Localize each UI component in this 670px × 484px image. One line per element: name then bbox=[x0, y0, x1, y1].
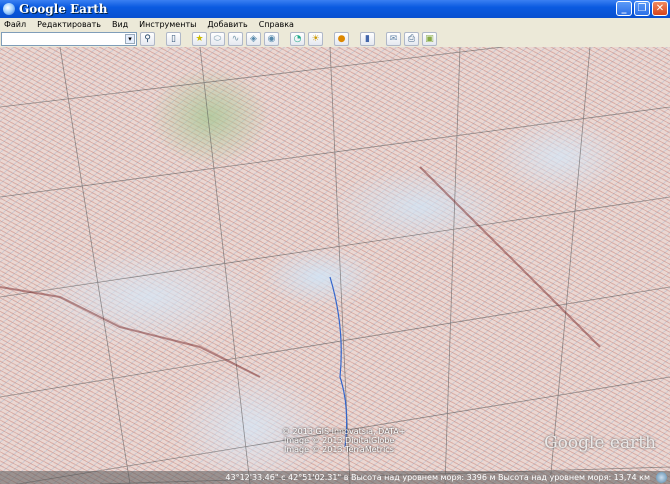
menu-tools[interactable]: Инструменты bbox=[139, 20, 196, 29]
menu-file[interactable]: Файл bbox=[4, 20, 26, 29]
path-icon[interactable]: ∿ bbox=[228, 31, 243, 46]
chevron-down-icon[interactable]: ▾ bbox=[125, 33, 135, 44]
toolbar: ▾ ⚲ ▯ ★ ⬭ ∿ ◈ ◉ ◔ ☀ ● ▮ ✉ ⎙ ▣ bbox=[0, 30, 670, 47]
tour-icon[interactable]: ◉ bbox=[264, 31, 279, 46]
imagery-attribution: © 2013 GIS Innovatsia, DATA+ Image © 201… bbox=[282, 427, 405, 454]
minimize-button[interactable]: _ bbox=[616, 1, 632, 16]
status-bar: 43°12'33.46" с 42°51'02.31" в Высота над… bbox=[0, 471, 670, 484]
save-image-icon[interactable]: ▣ bbox=[422, 31, 437, 46]
menu-edit[interactable]: Редактировать bbox=[37, 20, 101, 29]
map-view[interactable]: © 2013 GIS Innovatsia, DATA+ Image © 201… bbox=[0, 47, 670, 484]
planet-icon[interactable]: ● bbox=[334, 31, 349, 46]
sunlight-icon[interactable]: ☀ bbox=[308, 31, 323, 46]
ruler-icon[interactable]: ▮ bbox=[360, 31, 375, 46]
email-icon[interactable]: ✉ bbox=[386, 31, 401, 46]
menu-bar: Файл Редактировать Вид Инструменты Добав… bbox=[0, 18, 670, 30]
placemark-icon[interactable]: ★ bbox=[192, 31, 207, 46]
image-overlay-icon[interactable]: ◈ bbox=[246, 31, 261, 46]
navigation-control-icon[interactable] bbox=[656, 472, 667, 483]
historical-imagery-icon[interactable]: ◔ bbox=[290, 31, 305, 46]
search-input[interactable]: ▾ bbox=[1, 31, 137, 46]
maximize-button[interactable]: ❐ bbox=[634, 1, 650, 16]
search-button[interactable]: ⚲ bbox=[140, 31, 155, 46]
menu-add[interactable]: Добавить bbox=[207, 20, 247, 29]
polygon-icon[interactable]: ⬭ bbox=[210, 31, 225, 46]
attribution-line: Image © 2013 TerraMetrics bbox=[284, 445, 394, 454]
google-earth-watermark: Google earth bbox=[544, 433, 656, 453]
print-icon[interactable]: ⎙ bbox=[404, 31, 419, 46]
google-earth-logo-icon bbox=[3, 3, 15, 15]
title-bar: Google Earth _ ❐ ✕ bbox=[0, 0, 670, 18]
close-button[interactable]: ✕ bbox=[652, 1, 668, 16]
map-grid-lines bbox=[0, 47, 670, 484]
menu-view[interactable]: Вид bbox=[112, 20, 128, 29]
window-title: Google Earth bbox=[19, 2, 108, 16]
attribution-line: Image © 2013 DigitalGlobe bbox=[284, 436, 395, 445]
attribution-line: © 2013 GIS Innovatsia, DATA+ bbox=[282, 427, 406, 436]
menu-help[interactable]: Справка bbox=[259, 20, 294, 29]
sidebar-icon[interactable]: ▯ bbox=[166, 31, 181, 46]
